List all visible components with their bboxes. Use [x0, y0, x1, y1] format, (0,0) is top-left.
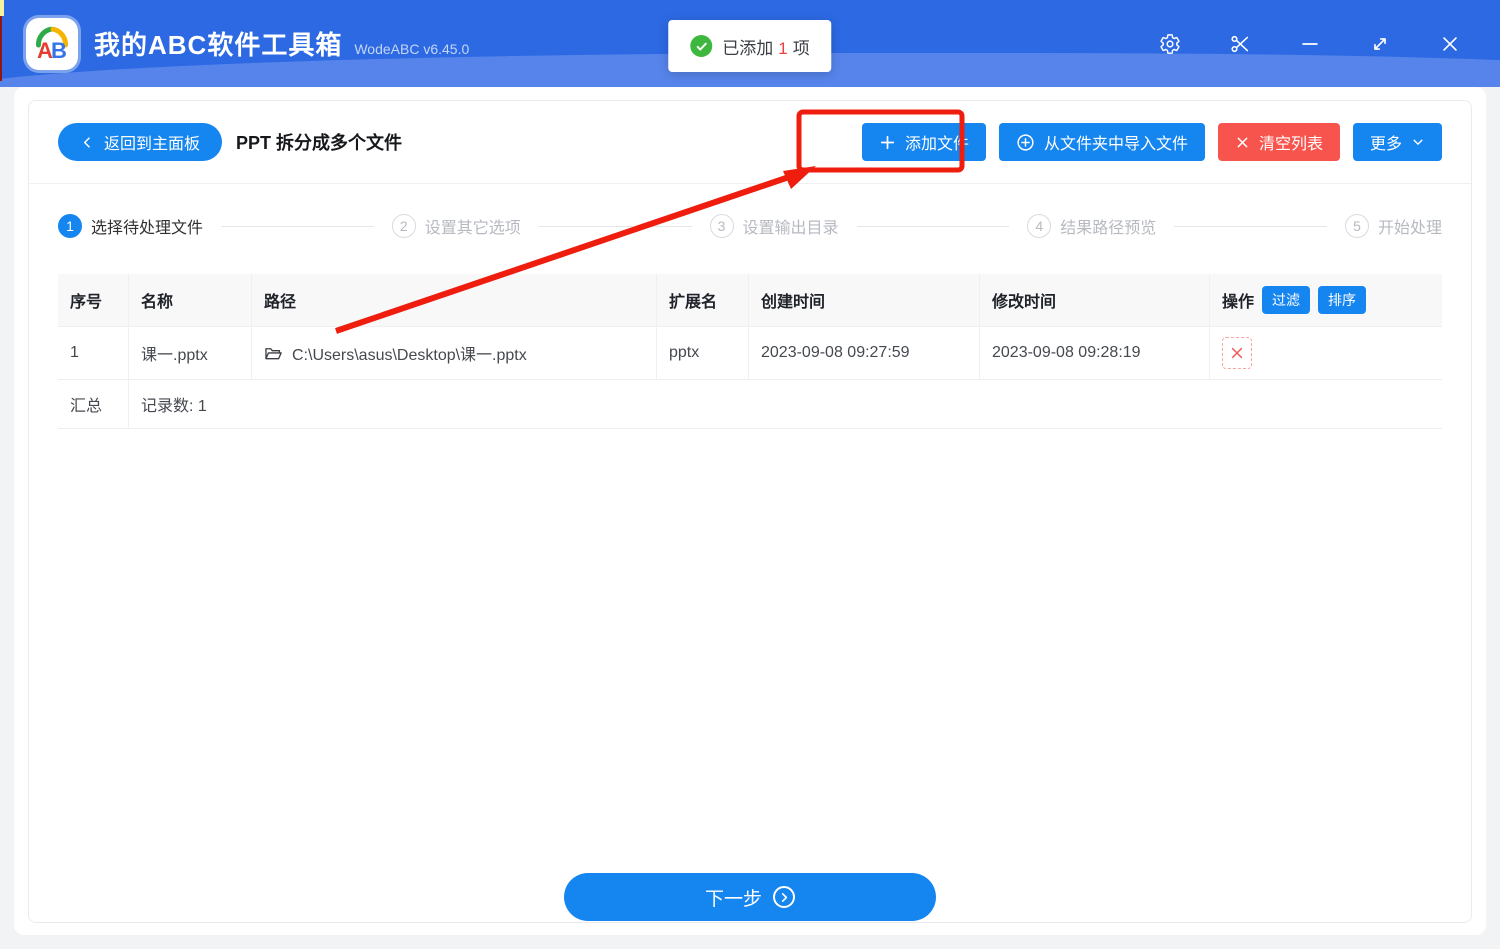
x-icon: [1235, 135, 1250, 150]
step-3-label: 设置输出目录: [743, 214, 839, 238]
next-step-label: 下一步: [705, 884, 762, 911]
app-title: 我的ABC软件工具箱: [94, 25, 342, 62]
toast-count: 1: [778, 39, 787, 58]
column-header-name: 名称: [128, 274, 251, 326]
column-header-path: 路径: [251, 274, 656, 326]
title-group: 我的ABC软件工具箱 WodeABC v6.45.0: [94, 25, 469, 62]
next-step-button[interactable]: 下一步: [564, 873, 936, 921]
sort-button[interactable]: 排序: [1318, 286, 1366, 314]
cell-path: C:\Users\asus\Desktop\课一.pptx: [251, 327, 656, 379]
column-header-actions: 操作 过滤 排序: [1209, 274, 1442, 326]
filter-button[interactable]: 过滤: [1262, 286, 1310, 314]
step-2-number: 2: [392, 214, 416, 238]
page-title: PPT 拆分成多个文件: [236, 129, 402, 155]
column-header-extension: 扩展名: [656, 274, 748, 326]
step-connector: [221, 226, 374, 227]
success-check-icon: [690, 35, 712, 57]
cell-modified: 2023-09-08 09:28:19: [979, 327, 1209, 379]
delete-x-icon: [1230, 346, 1244, 360]
back-button-label: 返回到主面板: [104, 130, 200, 154]
step-2-label: 设置其它选项: [425, 214, 521, 238]
content-card: 返回到主面板 PPT 拆分成多个文件 添加文件: [28, 100, 1472, 923]
column-header-modified: 修改时间: [979, 274, 1209, 326]
clear-list-label: 清空列表: [1259, 130, 1323, 154]
table-header-row: 序号 名称 路径 扩展名 创建时间 修改时间 操作 过滤 排序: [58, 274, 1442, 326]
column-header-index: 序号: [58, 274, 128, 326]
logo-letter-b: B: [51, 38, 67, 63]
background-edge-yellow: [0, 0, 4, 16]
chevron-left-icon: [80, 135, 95, 150]
import-from-folder-label: 从文件夹中导入文件: [1044, 130, 1188, 154]
step-4-result-preview: 4 结果路径预览: [1027, 214, 1156, 238]
toolbar: 返回到主面板 PPT 拆分成多个文件 添加文件: [29, 101, 1471, 161]
more-button[interactable]: 更多: [1353, 123, 1442, 161]
file-table: 序号 名称 路径 扩展名 创建时间 修改时间 操作 过滤 排序 1 课一.ppt…: [58, 274, 1442, 429]
step-3-number: 3: [710, 214, 734, 238]
circle-plus-icon: [1016, 133, 1035, 152]
open-folder-icon: [264, 345, 283, 362]
toolbar-actions: 添加文件 从文件夹中导入文件 清空列表: [862, 123, 1442, 161]
table-summary-row: 汇总 记录数: 1: [58, 379, 1442, 429]
step-connector: [1174, 226, 1327, 227]
cell-created: 2023-09-08 09:27:59: [748, 327, 979, 379]
circle-arrow-right-icon: [773, 886, 795, 908]
cell-name: 课一.pptx: [128, 327, 251, 379]
column-header-created: 创建时间: [748, 274, 979, 326]
close-icon[interactable]: [1438, 32, 1462, 56]
step-1-number: 1: [58, 214, 82, 238]
step-2-other-options: 2 设置其它选项: [392, 214, 521, 238]
toast-notification: 已添加 1项: [668, 20, 831, 72]
step-1-label: 选择待处理文件: [91, 214, 203, 238]
step-3-output-directory: 3 设置输出目录: [710, 214, 839, 238]
table-row: 1 课一.pptx C:\Users\asus\Desktop\课一.pptx …: [58, 326, 1442, 379]
app-logo-icon: A B: [30, 22, 74, 66]
chevron-down-icon: [1411, 135, 1425, 149]
step-indicator: 1 选择待处理文件 2 设置其它选项 3 设置输出目录 4 结果路径预览: [29, 184, 1471, 260]
clear-list-button[interactable]: 清空列表: [1218, 123, 1340, 161]
window-controls: [1158, 32, 1474, 56]
step-1-select-files: 1 选择待处理文件: [58, 214, 203, 238]
toast-message-unit: 项: [793, 39, 810, 58]
app-version: WodeABC v6.45.0: [354, 41, 469, 57]
cell-actions: [1209, 327, 1442, 379]
toast-message: 已添加 1项: [722, 34, 809, 59]
summary-record-count: 记录数: 1: [128, 380, 1442, 428]
plus-icon: [879, 134, 896, 151]
step-connector: [857, 226, 1010, 227]
toast-message-prefix: 已添加: [722, 39, 773, 58]
step-connector: [539, 226, 692, 227]
app-logo: A B: [26, 18, 78, 70]
cell-extension: pptx: [656, 327, 748, 379]
more-label: 更多: [1370, 130, 1402, 154]
actions-header-label: 操作: [1222, 288, 1254, 312]
back-to-dashboard-button[interactable]: 返回到主面板: [58, 123, 222, 161]
step-4-number: 4: [1027, 214, 1051, 238]
summary-label: 汇总: [58, 380, 128, 428]
step-5-start-processing: 5 开始处理: [1345, 214, 1442, 238]
delete-row-button[interactable]: [1222, 337, 1252, 369]
scissors-icon[interactable]: [1228, 32, 1252, 56]
cell-index: 1: [58, 327, 128, 379]
main-panel: 返回到主面板 PPT 拆分成多个文件 添加文件: [14, 87, 1486, 935]
step-4-label: 结果路径预览: [1060, 214, 1156, 238]
application-window: A B 我的ABC软件工具箱 WodeABC v6.45.0: [0, 0, 1500, 949]
step-5-label: 开始处理: [1378, 214, 1442, 238]
step-5-number: 5: [1345, 214, 1369, 238]
minimize-icon[interactable]: [1298, 32, 1322, 56]
cell-path-text: C:\Users\asus\Desktop\课一.pptx: [292, 341, 527, 365]
maximize-icon[interactable]: [1368, 32, 1392, 56]
import-from-folder-button[interactable]: 从文件夹中导入文件: [999, 123, 1205, 161]
add-files-label: 添加文件: [905, 130, 969, 154]
settings-icon[interactable]: [1158, 32, 1182, 56]
add-files-button[interactable]: 添加文件: [862, 123, 986, 161]
